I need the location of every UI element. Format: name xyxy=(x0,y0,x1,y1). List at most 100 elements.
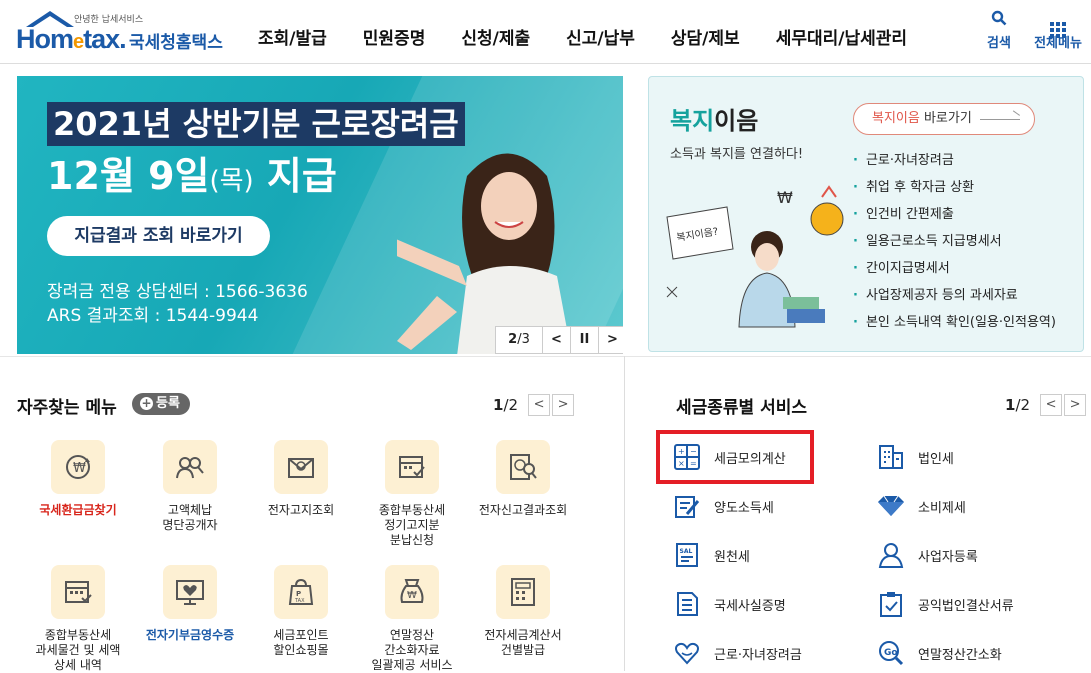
favorite-tax-point-mall[interactable]: P TAX 세금포인트 할인쇼핑몰 xyxy=(245,565,357,658)
main-nav: 조회/발급 민원증명 신청/제출 신고/납부 상담/제보 세무대리/납세관리 xyxy=(258,24,943,49)
person-icon xyxy=(876,540,906,570)
service-business-registration[interactable]: 사업자등록 xyxy=(876,538,978,572)
favorite-label: 세금포인트 할인쇼핑몰 xyxy=(273,628,329,657)
favorite-label: 전자고지조회 xyxy=(267,503,335,517)
refund-icon: ₩ xyxy=(51,440,105,494)
header: 안녕한 납세서비스 Hometax. 국세청홈택스 조회/발급 민원증명 신청/… xyxy=(0,0,1091,64)
service-year-end-settlement[interactable]: Go 연말정산간소화 xyxy=(876,636,1002,670)
favorite-e-filing-result[interactable]: 전자신고결과조회 xyxy=(467,440,579,518)
service-label: 사업자등록 xyxy=(918,549,978,565)
nav-apply-submit[interactable]: 신청/제출 xyxy=(461,24,530,49)
tax-services-title: 세금종류별 서비스 xyxy=(676,398,808,418)
banner-model-illustration xyxy=(397,153,572,354)
welfare-item[interactable]: 간이지급명세서 xyxy=(853,255,1056,282)
service-label: 공익법인결산서류 xyxy=(918,598,1014,614)
welfare-item[interactable]: 근로·자녀장려금 xyxy=(853,147,1056,174)
salary-document-icon: SAL xyxy=(672,540,702,570)
favorite-label: 종합부동산세 정기고지분 분납신청 xyxy=(378,503,446,547)
welfare-list: 근로·자녀장려금 취업 후 학자금 상환 인건비 간편제출 일용근로소득 지급명… xyxy=(853,147,1056,336)
favorites-page-total: /2 xyxy=(503,396,519,414)
service-capital-gains-tax[interactable]: 양도소득세 xyxy=(672,489,774,523)
won-search-icon xyxy=(496,440,550,494)
service-corporate-tax[interactable]: 법인세 xyxy=(876,440,954,474)
favorites-register-button[interactable]: + 등록 xyxy=(132,393,190,415)
hometax-logo[interactable]: 안녕한 납세서비스 Hometax. 국세청홈택스 xyxy=(16,10,226,54)
banner-next-button[interactable]: > xyxy=(598,327,623,353)
logo-word-e: e xyxy=(73,31,84,53)
nav-inquiry-issue[interactable]: 조회/발급 xyxy=(258,24,327,49)
welfare-item[interactable]: 본인 소득내역 확인(일용·인적용역) xyxy=(853,309,1056,336)
main-banner[interactable]: 2021년 상반기분 근로장려금 12월 9일(목) 지급 지급결과 조회 바로… xyxy=(17,76,623,354)
nav-civil-certificate[interactable]: 민원증명 xyxy=(363,24,426,49)
service-public-corp-settlement[interactable]: 공익법인결산서류 xyxy=(876,587,1014,621)
logo-word-home: Hom xyxy=(16,24,74,54)
welfare-panel: 복지이음 소득과 복지를 연결하다! 복지이음 바로가기 복지이음? ₩ 근로·… xyxy=(648,76,1084,352)
clipboard-icon xyxy=(876,589,906,619)
search-button[interactable]: 검색 xyxy=(984,10,1014,51)
favorite-year-end-bulk-data[interactable]: ₩ 연말정산 간소화자료 일괄제공 서비스 xyxy=(356,565,468,673)
welfare-item[interactable]: 일용근로소득 지급명세서 xyxy=(853,228,1056,255)
banner-call-center: 장려금 전용 상담센터 : 1566-3636 xyxy=(47,282,308,302)
favorite-e-notice-inquiry[interactable]: 전자고지조회 xyxy=(245,440,357,518)
service-label: 원천세 xyxy=(714,549,750,565)
favorite-refund-search[interactable]: ₩ 국세환급금찾기 xyxy=(22,440,134,518)
favorite-property-tax-detail[interactable]: 종합부동산세 과세물건 및 세액 상세 내역 xyxy=(22,565,134,673)
favorite-label: 전자세금계산서 건별발급 xyxy=(484,628,562,657)
favorite-label: 전자신고결과조회 xyxy=(478,503,568,517)
favorite-property-tax-installment[interactable]: 종합부동산세 정기고지분 분납신청 xyxy=(356,440,468,548)
banner-result-button[interactable]: 지급결과 조회 바로가기 xyxy=(47,216,270,256)
service-earned-income-credit[interactable]: 근로·자녀장려금 xyxy=(672,636,802,670)
svg-text:Go: Go xyxy=(884,648,898,658)
favorites-prev-button[interactable]: < xyxy=(528,394,551,416)
svg-text:₩: ₩ xyxy=(777,188,793,207)
tax-services-next-button[interactable]: > xyxy=(1064,394,1087,416)
service-withholding-tax[interactable]: SAL 원천세 xyxy=(672,538,750,572)
tax-services-page-total: /2 xyxy=(1015,396,1031,414)
logo-wordmark: Hometax. xyxy=(16,24,127,55)
banner-title-line2: 12월 9일(목) 지급 xyxy=(47,152,337,205)
people-search-icon xyxy=(163,440,217,494)
banner-page-indicator: 2/3 xyxy=(508,332,530,347)
nav-consult-report[interactable]: 상담/제보 xyxy=(671,24,740,49)
favorite-label: 전자기부금영수증 xyxy=(145,628,235,642)
tax-services-page-current: 1 xyxy=(1005,396,1016,414)
mail-notice-icon xyxy=(274,440,328,494)
magnifier-document-icon: Go xyxy=(876,638,906,668)
service-label: 법인세 xyxy=(918,451,954,467)
highlight-box xyxy=(656,430,814,484)
welfare-item[interactable]: 인건비 간편제출 xyxy=(853,201,1056,228)
search-icon xyxy=(984,10,1014,32)
favorite-delinquent-list[interactable]: 고액체납 명단공개자 xyxy=(134,440,246,533)
plus-icon: + xyxy=(140,396,153,410)
nav-tax-agent[interactable]: 세무대리/납세관리 xyxy=(776,24,907,49)
favorite-e-invoice-issue[interactable]: 전자세금계산서 건별발급 xyxy=(467,565,579,658)
invoice-calculator-icon xyxy=(496,565,550,619)
banner-pause-button[interactable]: II xyxy=(570,327,598,353)
favorite-e-donation-receipt[interactable]: 전자기부금영수증 xyxy=(134,565,246,643)
diamond-icon xyxy=(876,491,906,521)
banner-date: 12월 9일 xyxy=(47,154,210,198)
banner-weekday: (목) xyxy=(209,166,254,196)
service-consumption-tax[interactable]: 소비제세 xyxy=(876,489,966,523)
welfare-item[interactable]: 취업 후 학자금 상환 xyxy=(853,174,1056,201)
welfare-shortcut-button[interactable]: 복지이음 바로가기 xyxy=(853,103,1035,135)
service-label: 양도소득세 xyxy=(714,500,774,516)
building-icon xyxy=(876,442,906,472)
money-bag-icon: ₩ xyxy=(385,565,439,619)
calendar-check-icon xyxy=(385,440,439,494)
tax-services-pager: 1/2 < > xyxy=(1005,394,1087,416)
banner-prev-button[interactable]: < xyxy=(542,327,570,353)
svg-text:₩: ₩ xyxy=(407,590,417,601)
favorites-next-button[interactable]: > xyxy=(552,394,575,416)
favorite-label: 국세환급금찾기 xyxy=(39,503,117,517)
welfare-illustration: 복지이음? ₩ xyxy=(666,185,844,328)
welfare-item[interactable]: 사업장제공자 등의 과세자료 xyxy=(853,282,1056,309)
search-label: 검색 xyxy=(987,36,1011,51)
service-tax-fact-certificate[interactable]: 국세사실증명 xyxy=(672,587,786,621)
nav-report-pay[interactable]: 신고/납부 xyxy=(566,24,635,49)
tax-services-prev-button[interactable]: < xyxy=(1040,394,1063,416)
heart-hands-icon xyxy=(672,638,702,668)
service-label: 국세사실증명 xyxy=(714,598,786,614)
arrow-right-icon xyxy=(980,119,1020,120)
all-menu-button[interactable]: 전체메뉴 xyxy=(1030,10,1086,51)
